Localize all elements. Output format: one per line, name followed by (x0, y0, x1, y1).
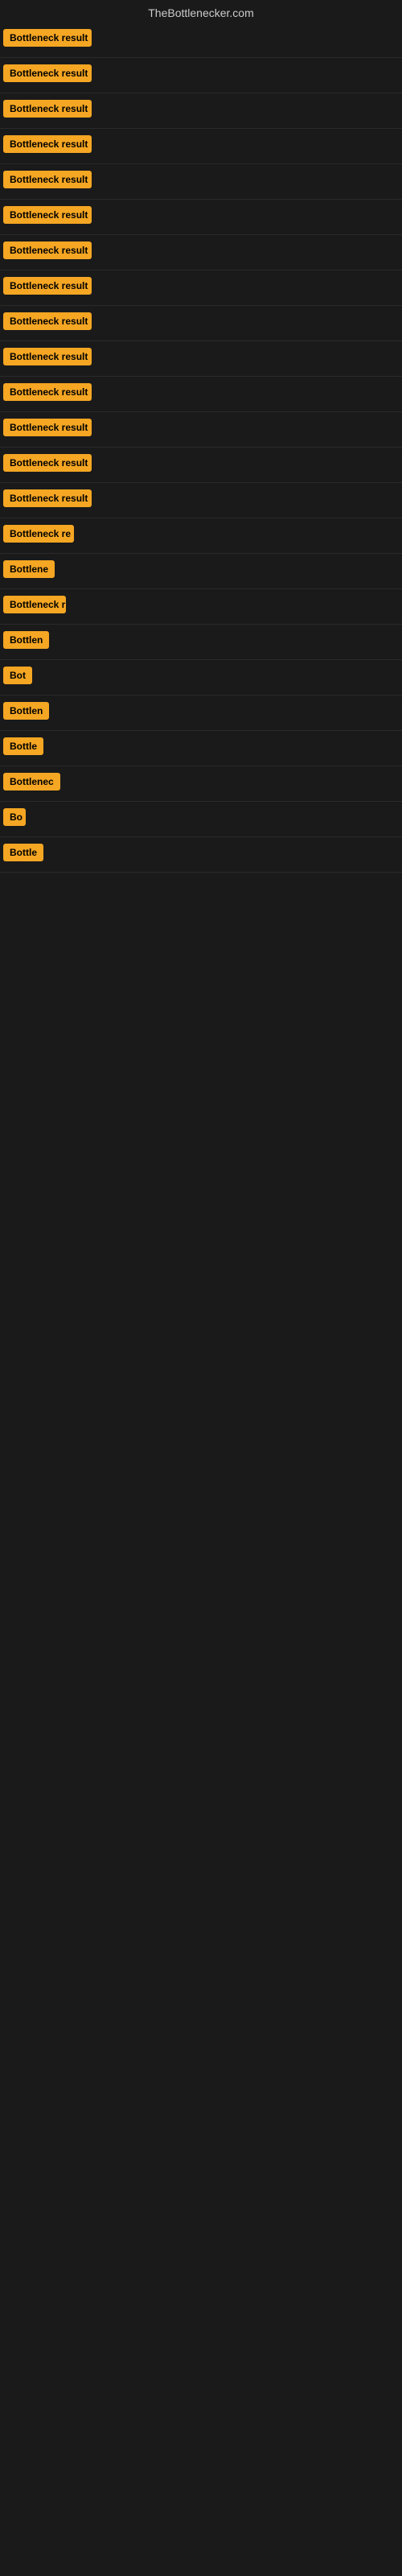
list-item: Bottleneck r (0, 589, 402, 625)
list-item: Bottleneck result (0, 93, 402, 129)
list-item: Bottleneck result (0, 377, 402, 412)
list-item: Bottlenec (0, 766, 402, 802)
site-title: TheBottlenecker.com (0, 0, 402, 23)
list-item: Bottlen (0, 625, 402, 660)
list-item: Bot (0, 660, 402, 696)
list-item: Bottleneck result (0, 164, 402, 200)
list-item: Bottleneck result (0, 58, 402, 93)
list-item: Bottle (0, 731, 402, 766)
bottleneck-result-badge[interactable]: Bot (3, 667, 32, 684)
list-item: Bottleneck result (0, 412, 402, 448)
bottleneck-result-badge[interactable]: Bottleneck re (3, 525, 74, 543)
list-item: Bottlen (0, 696, 402, 731)
list-item: Bottleneck result (0, 448, 402, 483)
list-item: Bottleneck result (0, 235, 402, 270)
bottleneck-result-badge[interactable]: Bottleneck result (3, 383, 92, 401)
list-item: Bottleneck result (0, 270, 402, 306)
site-header: TheBottlenecker.com (0, 0, 402, 23)
list-item: Bo (0, 802, 402, 837)
bottleneck-result-badge[interactable]: Bottlen (3, 631, 49, 649)
rows-container: Bottleneck result Bottleneck result Bottle… (0, 23, 402, 873)
bottleneck-result-badge[interactable]: Bottleneck result (3, 64, 92, 82)
bottleneck-result-badge[interactable]: Bo (3, 808, 26, 826)
list-item: Bottleneck result (0, 306, 402, 341)
list-item: Bottleneck result (0, 200, 402, 235)
list-item: Bottleneck result (0, 341, 402, 377)
bottleneck-result-badge[interactable]: Bottleneck result (3, 312, 92, 330)
bottleneck-result-badge[interactable]: Bottleneck result (3, 242, 92, 259)
bottleneck-result-badge[interactable]: Bottleneck result (3, 100, 92, 118)
bottleneck-result-badge[interactable]: Bottleneck result (3, 277, 92, 295)
list-item: Bottle (0, 837, 402, 873)
list-item: Bottleneck result (0, 23, 402, 58)
bottleneck-result-badge[interactable]: Bottleneck result (3, 348, 92, 365)
bottleneck-result-badge[interactable]: Bottleneck result (3, 419, 92, 436)
bottleneck-result-badge[interactable]: Bottleneck r (3, 596, 66, 613)
list-item: Bottlene (0, 554, 402, 589)
bottleneck-result-badge[interactable]: Bottle (3, 737, 43, 755)
bottleneck-result-badge[interactable]: Bottleneck result (3, 135, 92, 153)
bottleneck-result-badge[interactable]: Bottle (3, 844, 43, 861)
list-item: Bottleneck result (0, 483, 402, 518)
bottleneck-result-badge[interactable]: Bottleneck result (3, 29, 92, 47)
bottleneck-result-badge[interactable]: Bottleneck result (3, 489, 92, 507)
bottleneck-result-badge[interactable]: Bottlen (3, 702, 49, 720)
bottleneck-result-badge[interactable]: Bottleneck result (3, 171, 92, 188)
bottleneck-result-badge[interactable]: Bottleneck result (3, 454, 92, 472)
bottleneck-result-badge[interactable]: Bottlenec (3, 773, 60, 791)
list-item: Bottleneck result (0, 129, 402, 164)
bottleneck-result-badge[interactable]: Bottleneck result (3, 206, 92, 224)
list-item: Bottleneck re (0, 518, 402, 554)
bottleneck-result-badge[interactable]: Bottlene (3, 560, 55, 578)
